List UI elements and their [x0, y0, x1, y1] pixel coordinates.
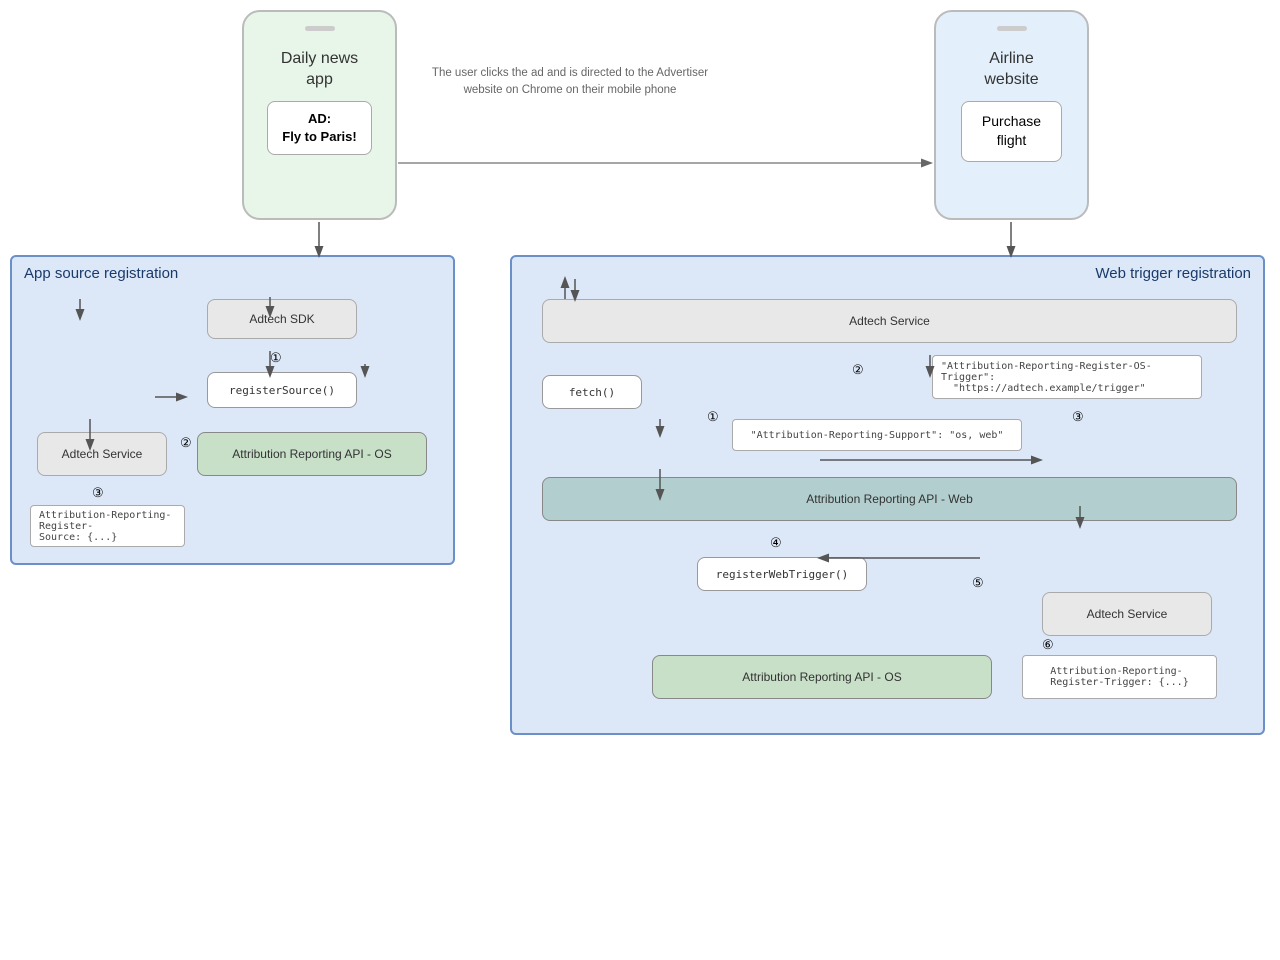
phone-speaker-left — [305, 26, 335, 31]
attr-register-trigger-box: Attribution-Reporting-Register-Trigger: … — [1022, 655, 1217, 699]
app-source-title: App source registration — [24, 265, 178, 282]
right-phone-title: Airline website — [984, 49, 1038, 91]
register-web-trigger-box: registerWebTrigger() — [697, 557, 867, 591]
ad-box: AD: Fly to Paris! — [267, 101, 371, 155]
attr-support-box: "Attribution-Reporting-Support": "os, we… — [732, 419, 1022, 451]
web-step3-label: ③ — [1072, 409, 1084, 425]
step1-label: ① — [270, 350, 282, 366]
web-trigger-registration-box: Web trigger registration Adtech Service … — [510, 255, 1265, 735]
step3-label: ③ — [92, 485, 104, 501]
attr-os-trigger-box: "Attribution-Reporting-Register-OS-Trigg… — [932, 355, 1202, 399]
attribution-web-box: Attribution Reporting API - Web — [542, 477, 1237, 521]
attribution-os-right-box: Attribution Reporting API - OS — [652, 655, 992, 699]
fetch-box: fetch() — [542, 375, 642, 409]
web-step5-label: ⑤ — [972, 575, 984, 591]
web-step4-label: ④ — [770, 535, 782, 551]
ad-label: AD: — [308, 111, 331, 126]
web-step6-label: ⑥ — [1042, 637, 1054, 653]
attribution-os-left-box: Attribution Reporting API - OS — [197, 432, 427, 476]
step2-label: ② — [180, 435, 192, 451]
ad-text: Fly to Paris! — [282, 129, 356, 144]
left-phone-title: Daily news app — [281, 49, 358, 91]
annotation-text: The user clicks the ad and is directed t… — [430, 65, 710, 100]
adtech-service-right-box: Adtech Service — [1042, 592, 1212, 636]
left-phone-screen: Daily news app AD: Fly to Paris! — [254, 41, 385, 208]
web-step1-label: ① — [707, 409, 719, 425]
left-phone: Daily news app AD: Fly to Paris! — [242, 10, 397, 220]
phone-speaker-right — [997, 26, 1027, 31]
right-phone-screen: Airline website Purchaseflight — [946, 41, 1077, 208]
web-trigger-title: Web trigger registration — [1095, 265, 1251, 282]
app-source-registration-box: App source registration Adtech SDK ① reg… — [10, 255, 455, 565]
purchase-box: Purchaseflight — [961, 101, 1062, 162]
register-source-box: registerSource() — [207, 372, 357, 408]
web-step2-label: ② — [852, 362, 864, 378]
adtech-service-left-box: Adtech Service — [37, 432, 167, 476]
adtech-sdk-box: Adtech SDK — [207, 299, 357, 339]
attr-register-source-box: Attribution-Reporting-Register-Source: {… — [30, 505, 185, 547]
purchase-label: Purchaseflight — [982, 113, 1041, 149]
adtech-service-top-box: Adtech Service — [542, 299, 1237, 343]
right-phone: Airline website Purchaseflight — [934, 10, 1089, 220]
